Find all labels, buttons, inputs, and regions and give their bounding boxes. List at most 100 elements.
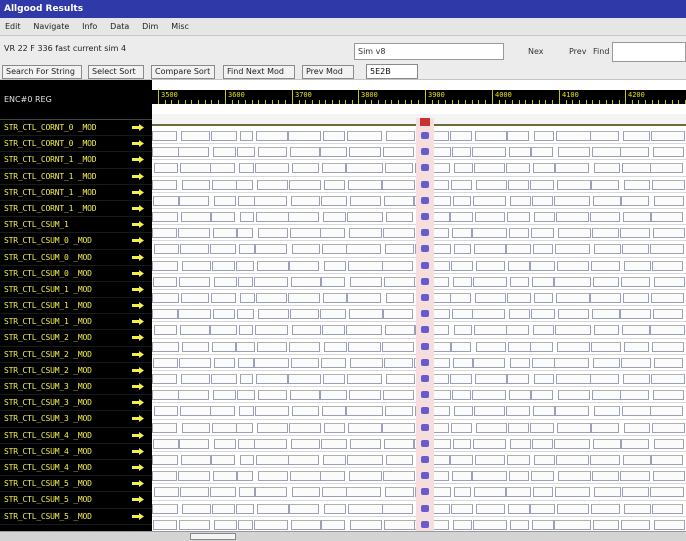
bus-segment — [531, 309, 555, 320]
signal-row[interactable]: STR_CTL_CSUM_4 _MOD — [0, 460, 152, 477]
bus-segment — [386, 212, 413, 222]
signal-row[interactable]: STR_CTL_CSUM_5 _MOD — [0, 492, 152, 509]
bus-segment — [258, 228, 288, 239]
signal-name: STR_CTL_CSUM_5 _MOD — [4, 511, 92, 521]
bus-segment — [349, 471, 382, 482]
signal-row[interactable]: STR_CTL_CORNT_1 _MOD — [0, 185, 152, 201]
bus-segment — [350, 519, 382, 530]
signal-row[interactable]: STR_CTL_CSUM_0 _MOD — [0, 266, 152, 282]
signal-row[interactable]: STR_CTL_CORNT_1 _MOD — [0, 152, 152, 169]
bus-segment — [152, 147, 179, 158]
prev-button[interactable]: Prev — [569, 45, 586, 58]
signal-row[interactable]: STR_CTL_CSUM_2 _MOD — [0, 363, 152, 379]
signal-row[interactable]: STR_CTL_CSUM_0 _MOD — [0, 233, 152, 250]
signal-name: STR_CTL_CORNT_0 _MOD — [4, 123, 97, 132]
bus-segment — [508, 503, 530, 514]
signal-row[interactable]: STR_CTL_CSUM_3 _MOD — [0, 379, 152, 396]
signal-row[interactable]: STR_CTL_CSUM_1 _MOD — [0, 314, 152, 331]
menu-dim[interactable]: Dim — [137, 18, 163, 36]
bus-segment — [182, 422, 210, 433]
cursor-mark-icon — [421, 375, 429, 382]
signal-row[interactable]: STR_CTL_CSUM_3 _MOD — [0, 395, 152, 412]
signal-row[interactable]: STR_CTL_CORNT_0 _MOD — [0, 120, 152, 137]
bus-segment — [557, 503, 589, 514]
signal-row[interactable]: STR_CTL_CSUM_4 _MOD — [0, 444, 152, 460]
right-arrow-icon — [132, 204, 144, 212]
bus-segment — [289, 260, 319, 271]
bus-segment — [650, 325, 685, 336]
bus-segment — [349, 390, 381, 401]
menu-misc[interactable]: Misc — [166, 18, 194, 36]
bus-segment — [475, 455, 505, 465]
right-arrow-icon — [132, 188, 144, 196]
bus-segment — [323, 131, 345, 141]
signal-row[interactable]: STR_CTL_CSUM_1 — [0, 217, 152, 234]
bus-segment — [182, 179, 210, 190]
bus-segment — [350, 276, 382, 287]
compare-sort-button[interactable]: Compare Sort — [151, 65, 215, 79]
find-input[interactable] — [612, 42, 686, 62]
bus-segment — [506, 244, 531, 255]
bus-segment — [473, 195, 506, 206]
bus-segment — [592, 147, 621, 158]
bus-segment — [556, 293, 590, 303]
bus-segment — [181, 131, 210, 141]
bus-segment — [472, 147, 506, 158]
bus-segment — [452, 228, 472, 239]
signal-row[interactable]: STR_CTL_CSUM_1 _MOD — [0, 298, 152, 315]
status-bar — [0, 531, 686, 541]
time-cursor[interactable] — [416, 118, 434, 531]
search-for-string-button[interactable]: Search For String — [2, 65, 82, 79]
signal-row[interactable]: STR_CTL_CORNT_1 _MOD — [0, 169, 152, 185]
menu-navigate[interactable]: Navigate — [28, 18, 74, 36]
bus-segment — [152, 503, 178, 514]
bus-segment — [214, 357, 235, 368]
cursor-mark-icon — [421, 148, 429, 156]
cursor-marker-icon[interactable] — [420, 118, 430, 126]
bus-segment — [554, 438, 590, 449]
menu-data[interactable]: Data — [105, 18, 134, 36]
signal-row[interactable]: STR_CTL_CORNT_1 _MOD — [0, 201, 152, 218]
bus-segment — [236, 503, 254, 514]
signal-row[interactable]: STR_CTL_CSUM_2 _MOD — [0, 347, 152, 363]
bus-segment — [383, 471, 415, 482]
next-button[interactable]: Nex — [528, 45, 544, 58]
signal-row[interactable]: STR_CTL_CSUM_3 _MOD — [0, 411, 152, 428]
signal-row[interactable]: STR_CTL_CSUM_0 _MOD — [0, 250, 152, 266]
bus-segment — [534, 293, 553, 303]
bus-segment — [289, 422, 321, 433]
bus-segment — [291, 195, 320, 206]
toolbar-top: VR 22 F 336 fast current sim 4 Sim v8 Ne… — [0, 36, 686, 64]
signal-row[interactable]: STR_CTL_CSUM_2 _MOD — [0, 330, 152, 347]
signal-row[interactable]: STR_CTL_CSUM_5 _MOD — [0, 476, 152, 493]
search-input[interactable]: Sim v8 — [354, 43, 504, 60]
bus-segment — [385, 487, 414, 498]
bus-segment — [152, 179, 177, 190]
menu-edit[interactable]: Edit — [0, 18, 26, 36]
signal-row[interactable]: STR_CTL_CORNT_0 _MOD — [0, 136, 152, 153]
bus-segment — [594, 244, 621, 255]
bus-segment — [454, 487, 471, 498]
bus-segment — [254, 357, 289, 368]
signal-row[interactable]: STR_CTL_CSUM_5 _MOD — [0, 509, 152, 525]
select-sort-button[interactable]: Select Sort — [88, 65, 144, 79]
bus-segment — [653, 471, 685, 482]
find-next-mod-button[interactable]: Find Next Mod — [223, 65, 295, 79]
menu-info[interactable]: Info — [77, 18, 102, 36]
cursor-mark-icon — [421, 391, 429, 399]
signal-row[interactable]: STR_CTL_CSUM_4 _MOD — [0, 428, 152, 444]
bus-segment — [382, 503, 413, 514]
bus-segment — [152, 471, 177, 482]
bus-segment — [383, 228, 415, 239]
horizontal-scrollbar-thumb[interactable] — [190, 533, 236, 540]
signal-row[interactable]: STR_CTL_CSUM_1 _MOD — [0, 282, 152, 299]
bus-segment — [534, 212, 555, 222]
waveform-panel[interactable] — [152, 104, 686, 531]
bus-segment — [323, 374, 345, 384]
cursor-mark-icon — [421, 326, 429, 334]
bus-segment — [654, 438, 684, 449]
menu-bar: Edit Navigate Info Data Dim Misc — [0, 18, 686, 36]
bus-segment — [622, 244, 649, 255]
timeline-label: 3500 — [161, 91, 178, 99]
prev-mod-button[interactable]: Prev Mod — [302, 65, 354, 79]
